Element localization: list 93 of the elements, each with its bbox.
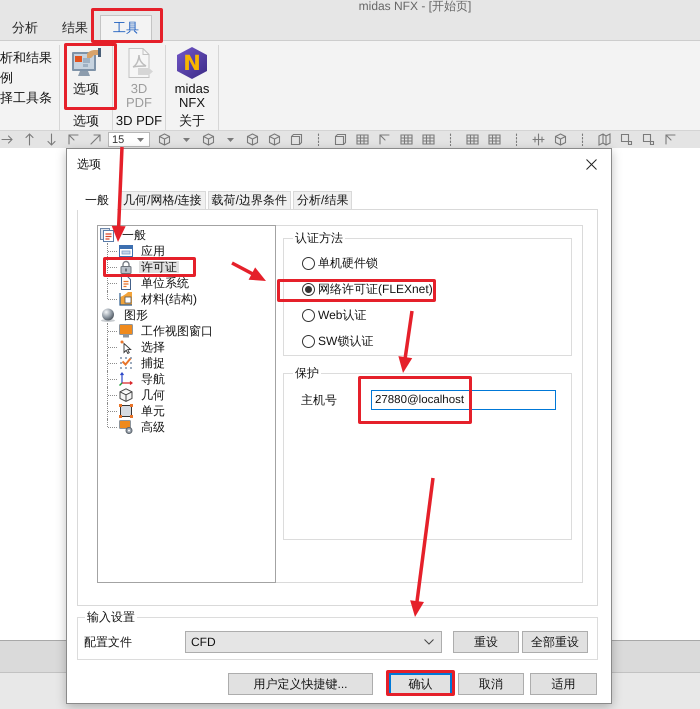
snap-icon (119, 356, 133, 370)
product-logo: N (177, 47, 207, 79)
radio-button[interactable] (302, 256, 315, 270)
dialog-tab[interactable]: 载荷/边界条件 (208, 191, 292, 209)
dialog-button[interactable]: 适用 (530, 673, 597, 695)
grid-icon[interactable] (422, 133, 435, 146)
dialog-button[interactable]: 用户定义快捷键... (228, 673, 373, 695)
corner-arrow-icon[interactable] (378, 133, 391, 146)
radio-label[interactable]: 单机硬件锁 (318, 254, 378, 272)
chart-icon (119, 292, 133, 306)
ribbon-command[interactable]: 例 (0, 68, 13, 88)
box-icon[interactable] (334, 133, 347, 146)
ribbon-tab[interactable]: 结果 (50, 15, 100, 40)
arrow-up-icon[interactable] (23, 133, 36, 146)
group-legend: 认证方法 (293, 231, 345, 245)
lock-icon (119, 260, 133, 274)
radio-button[interactable] (302, 282, 315, 296)
monitor-icon (119, 324, 133, 338)
tree-item[interactable]: 图形 (122, 309, 150, 321)
map-icon[interactable] (598, 133, 611, 146)
host-input[interactable]: 27880@localhost (371, 390, 556, 410)
profile-dropdown[interactable]: CFD (185, 631, 442, 653)
document-icon (119, 276, 133, 290)
cube-icon[interactable] (202, 133, 215, 146)
reset-button[interactable]: 全部重设 (522, 631, 588, 653)
tree-item[interactable]: 应用 (139, 245, 167, 257)
chevron-down-icon (424, 639, 434, 645)
element-icon (119, 404, 133, 418)
cube-icon[interactable] (268, 133, 281, 146)
tree-item[interactable]: 单位系统 (139, 277, 191, 289)
grid-icon[interactable] (466, 133, 479, 146)
document-stack-icon (100, 228, 114, 242)
radio-label[interactable]: Web认证 (318, 306, 366, 324)
grid-icon[interactable] (400, 133, 413, 146)
dialog-tab[interactable]: 几何/网格/连接 (119, 191, 206, 209)
tree-item[interactable]: 单元 (139, 405, 167, 417)
box-icon[interactable] (290, 133, 303, 146)
tree-item[interactable]: 工作视图窗口 (139, 325, 215, 337)
group-legend: 保护 (293, 366, 321, 380)
corner-arrow-icon[interactable] (664, 133, 677, 146)
radio-button[interactable] (302, 334, 315, 348)
group-legend: 输入设置 (85, 610, 137, 624)
ribbon-group-label: 选项 (73, 112, 99, 130)
arrow-down-icon[interactable] (45, 133, 58, 146)
ribbon-command[interactable]: 析和结果 (0, 48, 52, 68)
pointer-arrow (231, 261, 266, 281)
crosshair-icon[interactable] (532, 133, 545, 146)
radio-label[interactable]: 网络许可证(FLEXnet) (318, 280, 433, 298)
window-title: midas NFX - [开始页] (358, 0, 472, 14)
tree-item[interactable]: 高级 (139, 421, 167, 433)
ribbon-tab[interactable]: 工具 (100, 15, 152, 41)
pointer-arrow (398, 310, 414, 373)
tree-item[interactable]: 许可证 (139, 261, 179, 273)
cube-icon[interactable] (246, 133, 259, 146)
ribbon-tab[interactable]: 分析 (0, 15, 50, 40)
dialog-tab[interactable]: 分析/结果 (293, 191, 352, 209)
number-dropdown[interactable]: 15 (108, 132, 150, 147)
field-label: 主机号 (301, 392, 337, 408)
monitor-gear-icon (119, 420, 133, 434)
cursor-icon (119, 340, 133, 354)
dialog-title: 选项 (77, 156, 101, 172)
ribbon-button[interactable]: 选项 (66, 45, 106, 96)
arrow-diagonal-icon[interactable] (89, 133, 102, 146)
grid-icon[interactable] (356, 133, 369, 146)
tree-item[interactable]: 一般 (120, 229, 148, 241)
frame-icon[interactable] (642, 133, 655, 146)
tree-item[interactable]: 捕捉 (139, 357, 167, 369)
cube-icon[interactable] (554, 133, 567, 146)
corner-arrow-icon[interactable] (67, 133, 80, 146)
arrow-right-icon[interactable] (1, 133, 14, 146)
close-icon (586, 158, 596, 170)
tree-item[interactable]: 材料(结构) (139, 293, 199, 305)
cube-icon[interactable] (158, 133, 171, 146)
tree-item[interactable]: 选择 (139, 341, 167, 353)
dialog-button[interactable]: 确认 (389, 673, 452, 695)
cube-icon (119, 388, 133, 402)
axes-icon (119, 372, 133, 386)
field-label: 配置文件 (84, 634, 132, 650)
window-icon (119, 244, 133, 258)
sphere-icon (100, 308, 116, 322)
ribbon-group-label: 3D PDF (116, 112, 162, 130)
radio-button[interactable] (302, 308, 315, 322)
tree-item[interactable]: 几何 (139, 389, 167, 401)
grid-icon[interactable] (488, 133, 501, 146)
ribbon-button[interactable]: N midas NFX (170, 45, 214, 110)
monitor-hand-icon (70, 47, 102, 79)
radio-label[interactable]: SW锁认证 (318, 332, 374, 350)
ribbon-command[interactable]: 择工具条 (0, 88, 52, 108)
tree-item[interactable]: 导航 (139, 373, 167, 385)
reset-button[interactable]: 重设 (453, 631, 519, 653)
ribbon-group-label: 关于 (179, 112, 205, 130)
dialog-button[interactable]: 取消 (458, 673, 524, 695)
frame-icon[interactable] (620, 133, 633, 146)
